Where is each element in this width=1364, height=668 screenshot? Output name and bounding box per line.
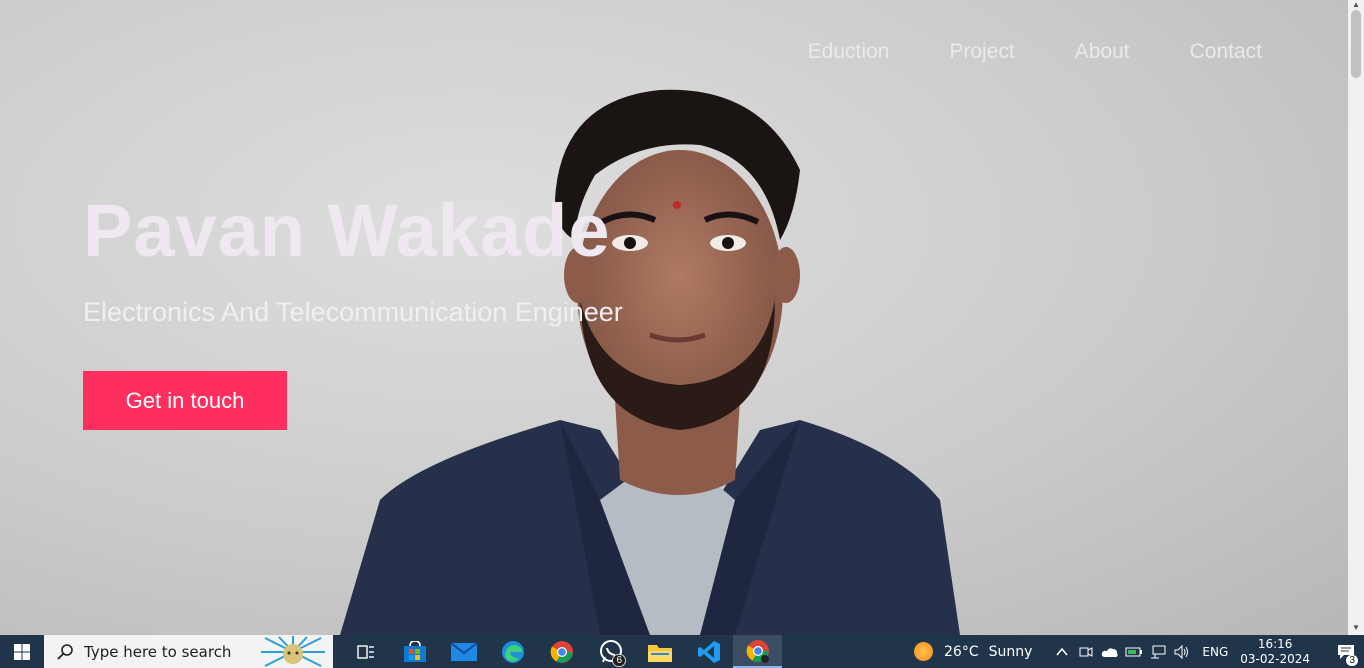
nav-link-project[interactable]: Project <box>949 40 1014 64</box>
mail-button[interactable] <box>439 635 488 668</box>
whatsapp-unread-badge: 6 <box>612 654 626 667</box>
task-view-icon <box>356 644 374 659</box>
edge-button[interactable] <box>488 635 537 668</box>
scroll-down-arrow-icon[interactable]: ▼ <box>1348 621 1364 635</box>
chevron-up-icon[interactable] <box>1050 635 1074 668</box>
scroll-up-arrow-icon[interactable]: ▲ <box>1348 0 1364 10</box>
chrome-profile-button[interactable] <box>733 635 782 668</box>
clock[interactable]: 16:16 03-02-2024 <box>1240 637 1310 667</box>
scroll-thumb[interactable] <box>1351 10 1361 78</box>
whatsapp-button[interactable]: 6 <box>586 635 635 668</box>
vertical-scrollbar[interactable]: ▲ ▼ <box>1348 0 1364 635</box>
nav-link-eduction[interactable]: Eduction <box>808 40 890 64</box>
meet-now-icon[interactable] <box>1074 635 1098 668</box>
clock-time: 16:16 <box>1257 636 1293 651</box>
notification-count-badge: 3 <box>1346 655 1358 666</box>
file-explorer-icon <box>647 644 672 662</box>
weather-temperature: 26°C <box>944 643 979 660</box>
clock-date: 03-02-2024 <box>1240 651 1310 666</box>
hero-subtitle: Electronics And Telecommunication Engine… <box>83 297 623 327</box>
language-indicator[interactable]: ENG <box>1202 645 1228 659</box>
weather-condition: Sunny <box>988 643 1033 660</box>
get-in-touch-button[interactable]: Get in touch <box>83 371 287 430</box>
system-tray: 26°C Sunny ENG 16:16 03-02-2024 3 <box>914 635 1364 668</box>
windows-taskbar: Type here to search 6 26°C Sunny ENG 16:… <box>0 635 1364 668</box>
microsoft-store-button[interactable] <box>390 635 439 668</box>
taskbar-search-box[interactable]: Type here to search <box>44 635 333 668</box>
mail-icon <box>450 642 477 661</box>
nav-link-about[interactable]: About <box>1075 40 1130 64</box>
task-view-button[interactable] <box>341 635 390 668</box>
microsoft-store-icon <box>403 640 426 662</box>
chrome-icon <box>550 640 573 663</box>
network-icon[interactable] <box>1146 635 1170 668</box>
windows-logo-icon <box>14 643 30 660</box>
hero-name: Pavan Wakade <box>83 189 611 272</box>
chrome-profile-icon <box>746 639 769 663</box>
weather-widget[interactable]: 26°C Sunny <box>914 642 1032 661</box>
start-button[interactable] <box>0 635 44 668</box>
notification-center-button[interactable]: 3 <box>1328 635 1364 668</box>
volume-icon[interactable] <box>1170 635 1194 668</box>
vscode-button[interactable] <box>684 635 733 668</box>
browser-viewport: Eduction Project About Contact Pavan Wak… <box>0 0 1348 635</box>
vscode-icon <box>697 640 720 663</box>
onedrive-cloud-icon[interactable] <box>1098 635 1122 668</box>
search-placeholder: Type here to search <box>84 642 232 661</box>
sun-icon <box>914 642 933 661</box>
chrome-button[interactable] <box>537 635 586 668</box>
search-highlight-illustration-icon <box>261 636 325 667</box>
file-explorer-button[interactable] <box>635 635 684 668</box>
edge-icon <box>501 640 524 663</box>
top-navigation: Eduction Project About Contact <box>808 40 1262 64</box>
battery-icon[interactable] <box>1122 635 1146 668</box>
search-icon <box>57 643 73 660</box>
nav-link-contact[interactable]: Contact <box>1190 40 1262 64</box>
taskbar-app-list: 6 <box>341 635 782 668</box>
